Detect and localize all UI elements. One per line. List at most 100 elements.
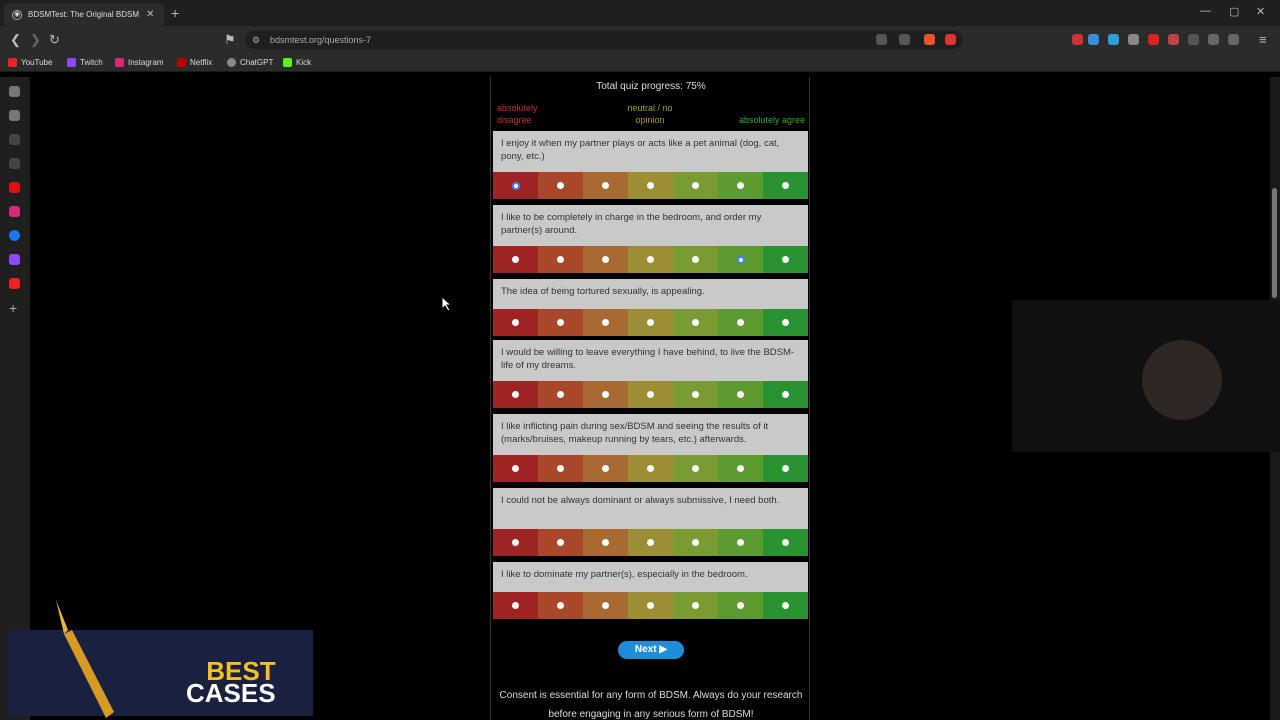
- extension-icon[interactable]: [1188, 34, 1199, 45]
- reload-icon[interactable]: ↻: [49, 32, 60, 48]
- radio-icon[interactable]: [647, 539, 654, 546]
- answer-option[interactable]: [718, 455, 763, 482]
- answer-option[interactable]: [718, 309, 763, 336]
- back-icon[interactable]: ❮: [10, 32, 21, 48]
- new-tab-icon[interactable]: +: [171, 5, 179, 21]
- bookmark-youtube[interactable]: YouTube: [8, 58, 52, 67]
- bookmark-icon[interactable]: ⚑: [224, 32, 236, 48]
- radio-icon[interactable]: [737, 465, 744, 472]
- radio-icon[interactable]: [737, 391, 744, 398]
- answer-option[interactable]: [583, 246, 628, 273]
- answer-option[interactable]: [718, 381, 763, 408]
- answer-option[interactable]: [538, 309, 583, 336]
- radio-icon[interactable]: [602, 391, 609, 398]
- answer-option[interactable]: [493, 592, 538, 619]
- answer-option[interactable]: [583, 455, 628, 482]
- radio-icon[interactable]: [782, 539, 789, 546]
- answer-option[interactable]: [628, 309, 673, 336]
- answer-option[interactable]: [673, 381, 718, 408]
- radio-icon[interactable]: [782, 465, 789, 472]
- share-icon[interactable]: [899, 34, 910, 45]
- bookmarks-icon[interactable]: [9, 134, 20, 145]
- radio-icon[interactable]: [692, 602, 699, 609]
- radio-icon[interactable]: [602, 319, 609, 326]
- radio-icon[interactable]: [782, 256, 789, 263]
- answer-option[interactable]: [763, 455, 808, 482]
- answer-option[interactable]: [493, 381, 538, 408]
- bookmark-kick[interactable]: Kick: [283, 58, 311, 67]
- sidebar-toggle-icon[interactable]: [1228, 34, 1239, 45]
- radio-icon[interactable]: [737, 602, 744, 609]
- answer-option[interactable]: [763, 172, 808, 199]
- radio-icon[interactable]: [737, 182, 744, 189]
- answer-option[interactable]: [718, 529, 763, 556]
- answer-option[interactable]: [583, 309, 628, 336]
- radio-icon[interactable]: [782, 602, 789, 609]
- extension-icon[interactable]: [1108, 34, 1119, 45]
- radio-icon[interactable]: [737, 539, 744, 546]
- forward-icon[interactable]: ❯: [30, 32, 41, 48]
- radio-icon[interactable]: [557, 602, 564, 609]
- radio-icon[interactable]: [647, 465, 654, 472]
- radio-icon[interactable]: [602, 465, 609, 472]
- radio-icon[interactable]: [557, 182, 564, 189]
- radio-icon[interactable]: [512, 539, 519, 546]
- bookmark-chatgpt[interactable]: ChatGPT: [227, 58, 273, 67]
- answer-option[interactable]: [718, 172, 763, 199]
- answer-option[interactable]: [538, 592, 583, 619]
- radio-icon[interactable]: [692, 256, 699, 263]
- menu-icon[interactable]: ≡: [1259, 32, 1267, 47]
- radio-icon[interactable]: [782, 182, 789, 189]
- radio-icon[interactable]: [557, 256, 564, 263]
- radio-icon[interactable]: [602, 602, 609, 609]
- answer-option[interactable]: [673, 529, 718, 556]
- answer-option[interactable]: [493, 455, 538, 482]
- radio-selected-icon[interactable]: [511, 181, 520, 190]
- answer-option[interactable]: [628, 381, 673, 408]
- answer-option[interactable]: [583, 381, 628, 408]
- answer-option[interactable]: [673, 309, 718, 336]
- radio-icon[interactable]: [692, 465, 699, 472]
- scrollbar-thumb[interactable]: [1272, 188, 1277, 298]
- extension-icon[interactable]: [1072, 34, 1083, 45]
- twitch-icon[interactable]: [9, 254, 20, 265]
- radio-icon[interactable]: [692, 391, 699, 398]
- site-info-icon[interactable]: ⚙: [252, 35, 260, 46]
- extension-icon[interactable]: [1128, 34, 1139, 45]
- radio-icon[interactable]: [512, 465, 519, 472]
- translate-icon[interactable]: [876, 34, 887, 45]
- answer-option[interactable]: [763, 529, 808, 556]
- answer-option[interactable]: [583, 592, 628, 619]
- radio-icon[interactable]: [647, 256, 654, 263]
- add-panel-icon[interactable]: +: [9, 300, 17, 316]
- answer-option[interactable]: [493, 172, 538, 199]
- radio-icon[interactable]: [782, 319, 789, 326]
- radio-icon[interactable]: [512, 256, 519, 263]
- radio-icon[interactable]: [557, 391, 564, 398]
- radio-selected-icon[interactable]: [736, 255, 745, 264]
- brave-shield-icon[interactable]: [924, 34, 935, 45]
- answer-option[interactable]: [628, 172, 673, 199]
- answer-option[interactable]: [493, 246, 538, 273]
- instagram-icon[interactable]: [9, 206, 20, 217]
- radio-icon[interactable]: [602, 539, 609, 546]
- radio-icon[interactable]: [692, 319, 699, 326]
- answer-option[interactable]: [628, 246, 673, 273]
- answer-option[interactable]: [538, 172, 583, 199]
- radio-icon[interactable]: [737, 319, 744, 326]
- extensions-menu-icon[interactable]: [1208, 34, 1219, 45]
- reading-list-icon[interactable]: [9, 110, 20, 121]
- answer-option[interactable]: [538, 529, 583, 556]
- radio-icon[interactable]: [602, 256, 609, 263]
- radio-icon[interactable]: [647, 319, 654, 326]
- radio-icon[interactable]: [512, 391, 519, 398]
- answer-option[interactable]: [763, 246, 808, 273]
- close-window-icon[interactable]: ✕: [1256, 5, 1265, 18]
- answer-option[interactable]: [628, 529, 673, 556]
- bookmark-twitch[interactable]: Twitch: [67, 58, 103, 67]
- radio-icon[interactable]: [557, 465, 564, 472]
- extension-icon[interactable]: [1088, 34, 1099, 45]
- brave-rewards-icon[interactable]: [945, 34, 956, 45]
- radio-icon[interactable]: [647, 391, 654, 398]
- answer-option[interactable]: [673, 246, 718, 273]
